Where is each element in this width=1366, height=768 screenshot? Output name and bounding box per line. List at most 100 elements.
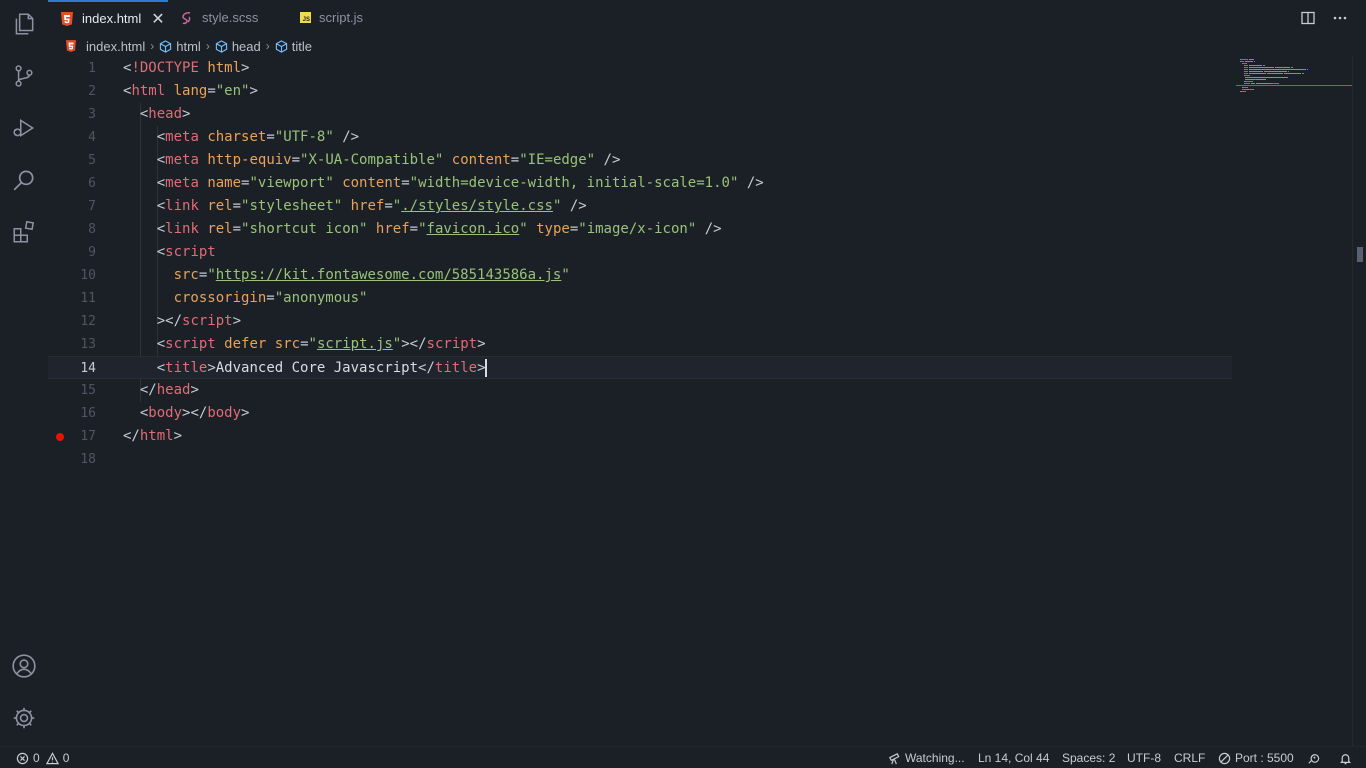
notifications-bell-icon[interactable] [1339,747,1352,768]
extensions-icon[interactable] [8,216,40,248]
line-number: 10 [80,268,96,283]
js-icon: JS [300,12,311,23]
code-line[interactable]: 16 <body></body> [48,402,1232,425]
minimap-token [1256,65,1263,66]
cursor-position[interactable]: Ln 14, Col 44 [978,747,1049,768]
code-token: meta [165,175,199,191]
code-line[interactable]: 5 <meta http-equiv="X-UA-Compatible" con… [48,149,1232,172]
minimap-token [1244,75,1250,76]
code-text: </html> [123,425,182,448]
account-icon[interactable] [8,650,40,682]
run-debug-icon[interactable] [8,112,40,144]
scrollbar-thumb[interactable] [1357,247,1363,262]
breadcrumb-item-html[interactable]: html [159,39,201,54]
code-line[interactable]: 12 ></script> [48,310,1232,333]
code-token: < [123,129,166,145]
close-icon[interactable]: ✕ [151,9,164,29]
code-token: ></ [182,405,208,421]
tab-index-html[interactable]: index.html ✕ [48,0,168,35]
line-number: 3 [88,107,96,122]
code-line[interactable]: 6 <meta name="viewport" content="width=d… [48,172,1232,195]
code-line[interactable]: 18 [48,448,1232,471]
code-line[interactable]: 3 <head> [48,103,1232,126]
code-token: < [123,221,166,237]
indentation[interactable]: Spaces: 2 [1062,747,1115,768]
line-number: 9 [88,245,96,260]
split-editor-icon[interactable] [1298,8,1318,28]
tab-script-js[interactable]: JS script.js [288,0,408,35]
code-token: crossorigin [173,290,267,306]
minimap-token [1282,67,1291,68]
code-line[interactable]: 17 </html> [48,425,1232,448]
code-line[interactable]: 7 <link rel="stylesheet" href="./styles/… [48,195,1232,218]
code-editor[interactable]: 1 <!DOCTYPE html> 2 <html lang="en"> 3 <head… [48,57,1232,746]
code-token: rel [207,221,233,237]
breadcrumb-item-head[interactable]: head [215,39,261,54]
source-control-icon[interactable] [8,60,40,92]
problems-indicator[interactable]: 0 0 [16,747,69,768]
code-token: ></ [401,336,427,352]
code-token: "en" [215,83,250,99]
settings-gear-icon[interactable] [8,702,40,734]
text-cursor [484,359,487,377]
html5-icon [60,11,74,26]
watching-status[interactable]: Watching... [888,747,965,768]
code-token: src [173,267,199,283]
code-line[interactable]: 14 <title>Advanced Core Javascript</titl… [48,356,1232,379]
tab-style-scss[interactable]: style.scss [168,0,288,35]
code-line[interactable]: 2 <html lang="en"> [48,80,1232,103]
code-line[interactable]: 9 <script [48,241,1232,264]
minimap-token [1272,73,1283,74]
code-token: body [148,405,183,421]
code-line[interactable]: 11 crossorigin="anonymous" [48,287,1232,310]
breadcrumb-label: head [231,38,261,54]
code-token: script [165,336,216,352]
indentation-label: Spaces: 2 [1062,751,1116,765]
code-token: > [190,382,199,398]
minimap-token [1263,65,1266,66]
breadcrumb-item-title[interactable]: title [275,39,312,54]
more-actions-icon[interactable] [1330,8,1350,28]
chevron-right-icon: › [150,39,155,53]
code-text: crossorigin="anonymous" [123,287,368,310]
code-token: = [232,221,242,237]
code-token: < [123,152,166,168]
encoding[interactable]: UTF-8 [1127,747,1161,768]
scrollbar-track[interactable] [1352,57,1353,746]
minimap-token [1244,71,1249,72]
minimap-token [1249,67,1258,68]
search-icon[interactable] [8,164,40,196]
cursor-position-label: Ln 14, Col 44 [978,751,1050,765]
breadcrumb-file[interactable]: index.html [66,39,145,54]
code-token: </ [123,428,140,444]
code-token: " [207,267,216,283]
live-server-port[interactable]: Port : 5500 [1218,747,1294,768]
code-token: </ [123,382,157,398]
feedback-icon[interactable] [1307,747,1320,768]
minimap-token [1244,69,1249,70]
minimap-token [1244,83,1250,84]
breadcrumb-label: html [176,38,201,54]
minimap-token [1251,81,1253,82]
code-line[interactable]: 13 <script defer src="script.js"></scrip… [48,333,1232,356]
code-line[interactable]: 4 <meta charset="UTF-8" /> [48,126,1232,149]
code-token: "X-UA-Compatible" [300,152,444,168]
activity-bar [0,0,48,746]
code-line[interactable]: 8 <link rel="shortcut icon" href="favico… [48,218,1232,241]
code-token: = [401,175,410,191]
minimap-token [1288,73,1302,74]
code-text: <!DOCTYPE html> [123,57,249,80]
minimap[interactable] [1236,57,1352,746]
code-line[interactable]: 1 <!DOCTYPE html> [48,57,1232,80]
end-of-line[interactable]: CRLF [1174,747,1205,768]
code-line[interactable]: 10 src="https://kit.fontawesome.com/5851… [48,264,1232,287]
code-token: = [266,129,275,145]
line-number: 6 [88,176,96,191]
code-line[interactable]: 15 </head> [48,379,1232,402]
minimap-token [1247,87,1249,88]
explorer-icon[interactable] [8,8,40,40]
code-token: < [123,175,166,191]
